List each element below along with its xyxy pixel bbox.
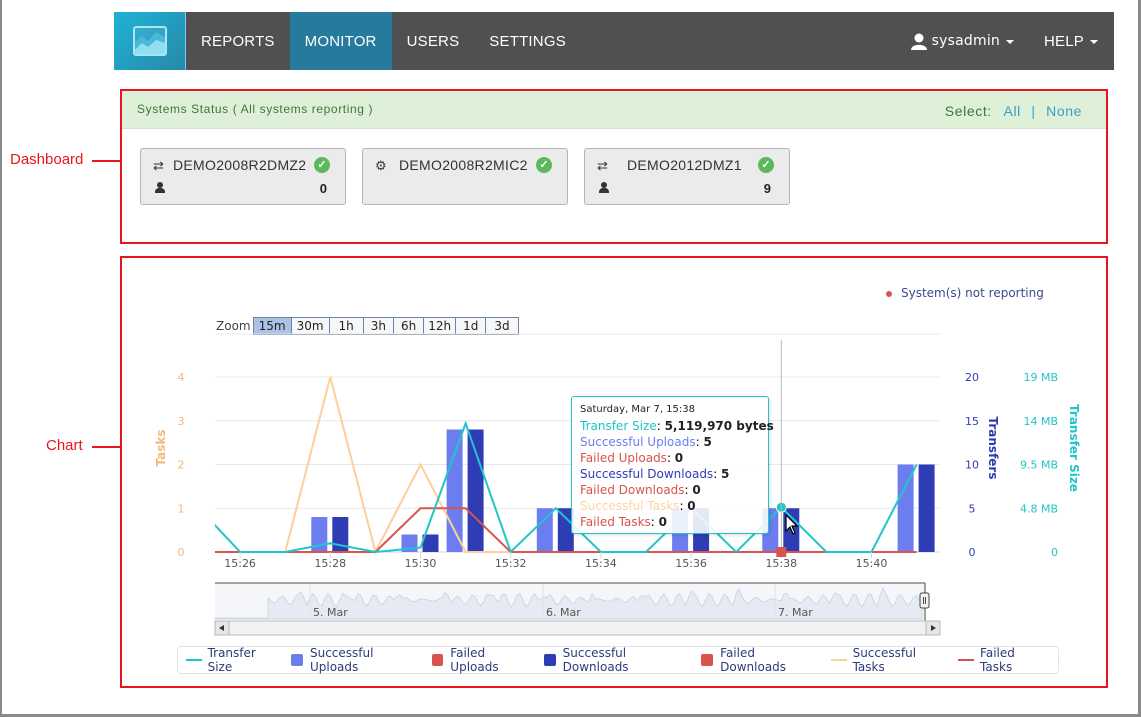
bar-successful-downloads (467, 429, 484, 552)
tasks-axis-title: Tasks (154, 429, 168, 466)
navigator-handle-right[interactable] (919, 592, 930, 609)
monitor-chart: 0 1 2 3 4 Tasks 0 5 10 15 20 Transfers 0 4.8 MB 9.5 MB… (154, 333, 1081, 636)
x-tick-label: 15:26 (224, 557, 256, 570)
x-tick-label: 15:36 (675, 557, 707, 570)
tooltip-label: Successful Downloads (580, 467, 714, 481)
legend-item[interactable]: Failed Uploads (431, 646, 535, 674)
transfers-tick-label: 0 (969, 546, 976, 559)
tooltip-label: Failed Tasks (580, 515, 651, 529)
transfers-tick-label: 20 (965, 371, 979, 384)
navigator-date-label: 6. Mar (546, 606, 581, 619)
tooltip-value: 5 (721, 467, 730, 481)
bar-successful-uploads (897, 464, 914, 552)
legend-label: Failed Tasks (980, 646, 1015, 674)
size-axis-title: Transfer Size (1067, 404, 1081, 492)
legend-item[interactable]: Transfer Size (186, 646, 282, 674)
line-transfer-size (215, 420, 918, 554)
legend-swatch (701, 654, 714, 666)
tooltip-label: Successful Uploads (580, 435, 696, 449)
legend-label: Successful Uploads (309, 646, 374, 674)
legend-label: Transfer Size (207, 646, 256, 674)
legend-item[interactable]: Failed Tasks (958, 646, 1049, 674)
x-tick-label: 15:30 (405, 557, 437, 570)
x-tick-label: 15:32 (495, 557, 527, 570)
tooltip-value: 5 (703, 435, 712, 449)
legend-item[interactable]: Successful Downloads (543, 646, 692, 674)
legend-swatch (291, 654, 303, 666)
tooltip-label: Failed Downloads (580, 483, 685, 497)
tooltip-label: Failed Uploads (580, 451, 667, 465)
line-failed-tasks (215, 507, 917, 553)
x-tick-label: 15:28 (314, 557, 346, 570)
tooltip-row: Failed Uploads: 0 (580, 451, 684, 465)
tooltip-row: Successful Downloads: 5 (580, 467, 730, 481)
legend-label: Failed Downloads (720, 646, 787, 674)
bar-successful-uploads (446, 429, 463, 552)
legend-label: Failed Uploads (450, 646, 499, 674)
tasks-tick-label: 3 (178, 415, 185, 428)
tooltip-label: Transfer Size (580, 419, 657, 433)
tooltip-value: 0 (658, 515, 668, 529)
tooltip-date: Saturday, Mar 7, 15:38 (580, 404, 696, 415)
tooltip-value: 0 (687, 499, 696, 513)
tooltip-row: Failed Downloads: 0 (580, 483, 701, 497)
size-tick-label: 14 MB (1023, 415, 1058, 428)
bar-successful-downloads (918, 464, 935, 552)
navigator-scrollbar[interactable] (214, 620, 941, 636)
navigator-date-label: 5. Mar (313, 606, 348, 619)
legend-label: Successful Tasks (852, 646, 917, 674)
transfers-tick-label: 10 (965, 459, 979, 472)
size-tick-label: 0 (1051, 546, 1058, 559)
navigator-date-label: 7. Mar (778, 606, 813, 619)
tooltip-value: 0 (674, 451, 684, 465)
tooltip-row: Successful Tasks: 0 (580, 499, 696, 513)
tooltip-row: Transfer Size: 5,119,970 bytes (580, 419, 774, 433)
legend-swatch (431, 654, 444, 666)
tasks-tick-label: 4 (178, 371, 185, 384)
legend-label: Successful Downloads (562, 646, 629, 674)
chart-legend: Transfer Size Successful Uploads Failed Up… (177, 646, 1059, 674)
tasks-tick-label: 0 (178, 546, 185, 559)
legend-item[interactable]: Failed Downloads (701, 646, 822, 674)
tasks-tick-label: 2 (178, 459, 185, 472)
size-tick-label: 19 MB (1023, 371, 1058, 384)
legend-swatch (958, 659, 975, 661)
tooltip-value: 0 (692, 483, 701, 497)
transfers-tick-label: 15 (965, 415, 979, 428)
tooltip-label: Successful Tasks (580, 499, 680, 513)
tooltip-value: 5,119,970 bytes (664, 419, 774, 433)
legend-item[interactable]: Successful Uploads (291, 646, 422, 674)
x-tick-label: 15:40 (856, 557, 888, 570)
size-tick-label: 9.5 MB (1020, 459, 1058, 472)
legend-item[interactable]: Successful Tasks (830, 646, 949, 674)
size-tick-label: 4.8 MB (1020, 502, 1058, 515)
mouse-cursor-icon (785, 514, 799, 535)
chart-tooltip: Saturday, Mar 7, 15:38 Transfer Size: 5,… (571, 396, 774, 534)
tooltip-row: Failed Tasks: 0 (580, 515, 668, 529)
chart-navigator: 5. Mar 6. Mar 7. Mar (214, 582, 941, 636)
x-tick-label: 15:38 (765, 557, 797, 570)
legend-swatch (830, 659, 847, 661)
legend-swatch (186, 659, 202, 661)
x-tick-label: 15:34 (585, 557, 617, 570)
highlight-point-failed (776, 547, 787, 557)
tooltip-row: Successful Uploads: 5 (580, 435, 712, 449)
transfers-tick-label: 5 (969, 502, 976, 515)
legend-swatch (543, 654, 556, 666)
transfers-axis-title: Transfers (986, 417, 1000, 480)
tasks-tick-label: 1 (178, 502, 185, 515)
